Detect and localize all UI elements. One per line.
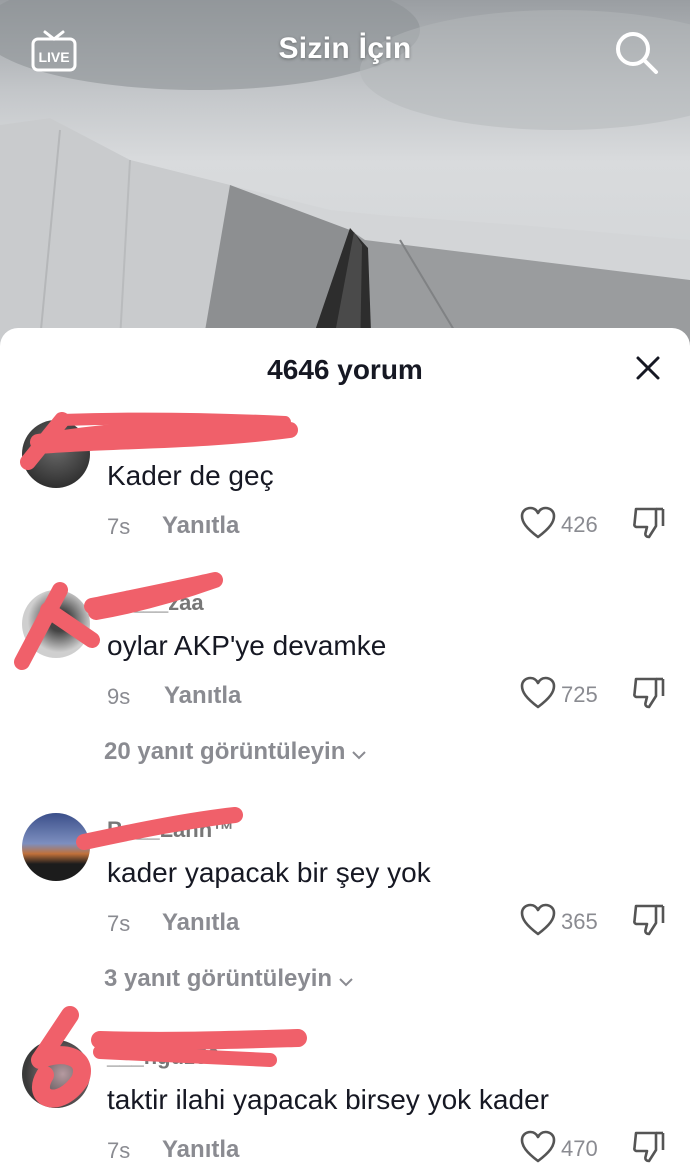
- reply-button[interactable]: Yanıtla: [162, 909, 239, 937]
- avatar[interactable]: [22, 1040, 90, 1108]
- comment-time: 9s: [107, 684, 131, 709]
- heart-icon[interactable]: [520, 676, 556, 710]
- page-title[interactable]: Sizin İçin: [0, 32, 690, 66]
- close-icon[interactable]: [632, 352, 664, 384]
- avatar[interactable]: [22, 420, 90, 488]
- comments-sheet: 4646 yorum y___aurapi Kader de geç 7s Ya…: [0, 328, 690, 1167]
- view-replies-label: 20 yanıt görüntüleyin: [104, 738, 346, 765]
- chevron-down-icon: [338, 966, 354, 994]
- comment-count-title: 4646 yorum: [267, 354, 423, 385]
- view-replies-button[interactable]: 20 yanıt görüntüleyin: [104, 738, 367, 767]
- comment-username[interactable]: B___Lahn™: [107, 817, 234, 843]
- search-icon[interactable]: [612, 28, 660, 76]
- heart-icon[interactable]: [520, 1130, 556, 1164]
- comment-text: Kader de geç: [107, 460, 274, 491]
- comment-text: oylar AKP'ye devamke: [107, 630, 387, 661]
- avatar[interactable]: [22, 813, 90, 881]
- reply-button[interactable]: Yanıtla: [162, 512, 239, 540]
- like-count: 365: [561, 909, 598, 934]
- chevron-down-icon: [351, 739, 367, 767]
- comment-text: taktir ilahi yapacak birsey yok kader: [107, 1084, 549, 1115]
- like-count: 725: [561, 682, 598, 707]
- comment-time: 7s: [107, 514, 131, 539]
- dislike-icon[interactable]: [632, 506, 666, 540]
- like-count: 470: [561, 1136, 598, 1161]
- comment-username[interactable]: ___nguz50: [107, 1044, 220, 1070]
- comment-time: 7s: [107, 1138, 131, 1163]
- like-count: 426: [561, 512, 598, 537]
- comment-username[interactable]: y___aurapi: [107, 420, 222, 446]
- view-replies-label: 3 yanıt görüntüleyin: [104, 965, 333, 992]
- dislike-icon[interactable]: [632, 903, 666, 937]
- dislike-icon[interactable]: [632, 1130, 666, 1164]
- view-replies-button[interactable]: 3 yanıt görüntüleyin: [104, 965, 354, 994]
- heart-icon[interactable]: [520, 903, 556, 937]
- comment-time: 7s: [107, 911, 131, 936]
- avatar[interactable]: [22, 590, 90, 658]
- reply-button[interactable]: Yanıtla: [164, 682, 241, 710]
- comment-text: kader yapacak bir şey yok: [107, 857, 431, 888]
- comment-username[interactable]: ca___zaa: [107, 590, 204, 616]
- top-bar: LIVE Sizin İçin: [0, 0, 690, 100]
- reply-button[interactable]: Yanıtla: [162, 1136, 239, 1164]
- heart-icon[interactable]: [520, 506, 556, 540]
- dislike-icon[interactable]: [632, 676, 666, 710]
